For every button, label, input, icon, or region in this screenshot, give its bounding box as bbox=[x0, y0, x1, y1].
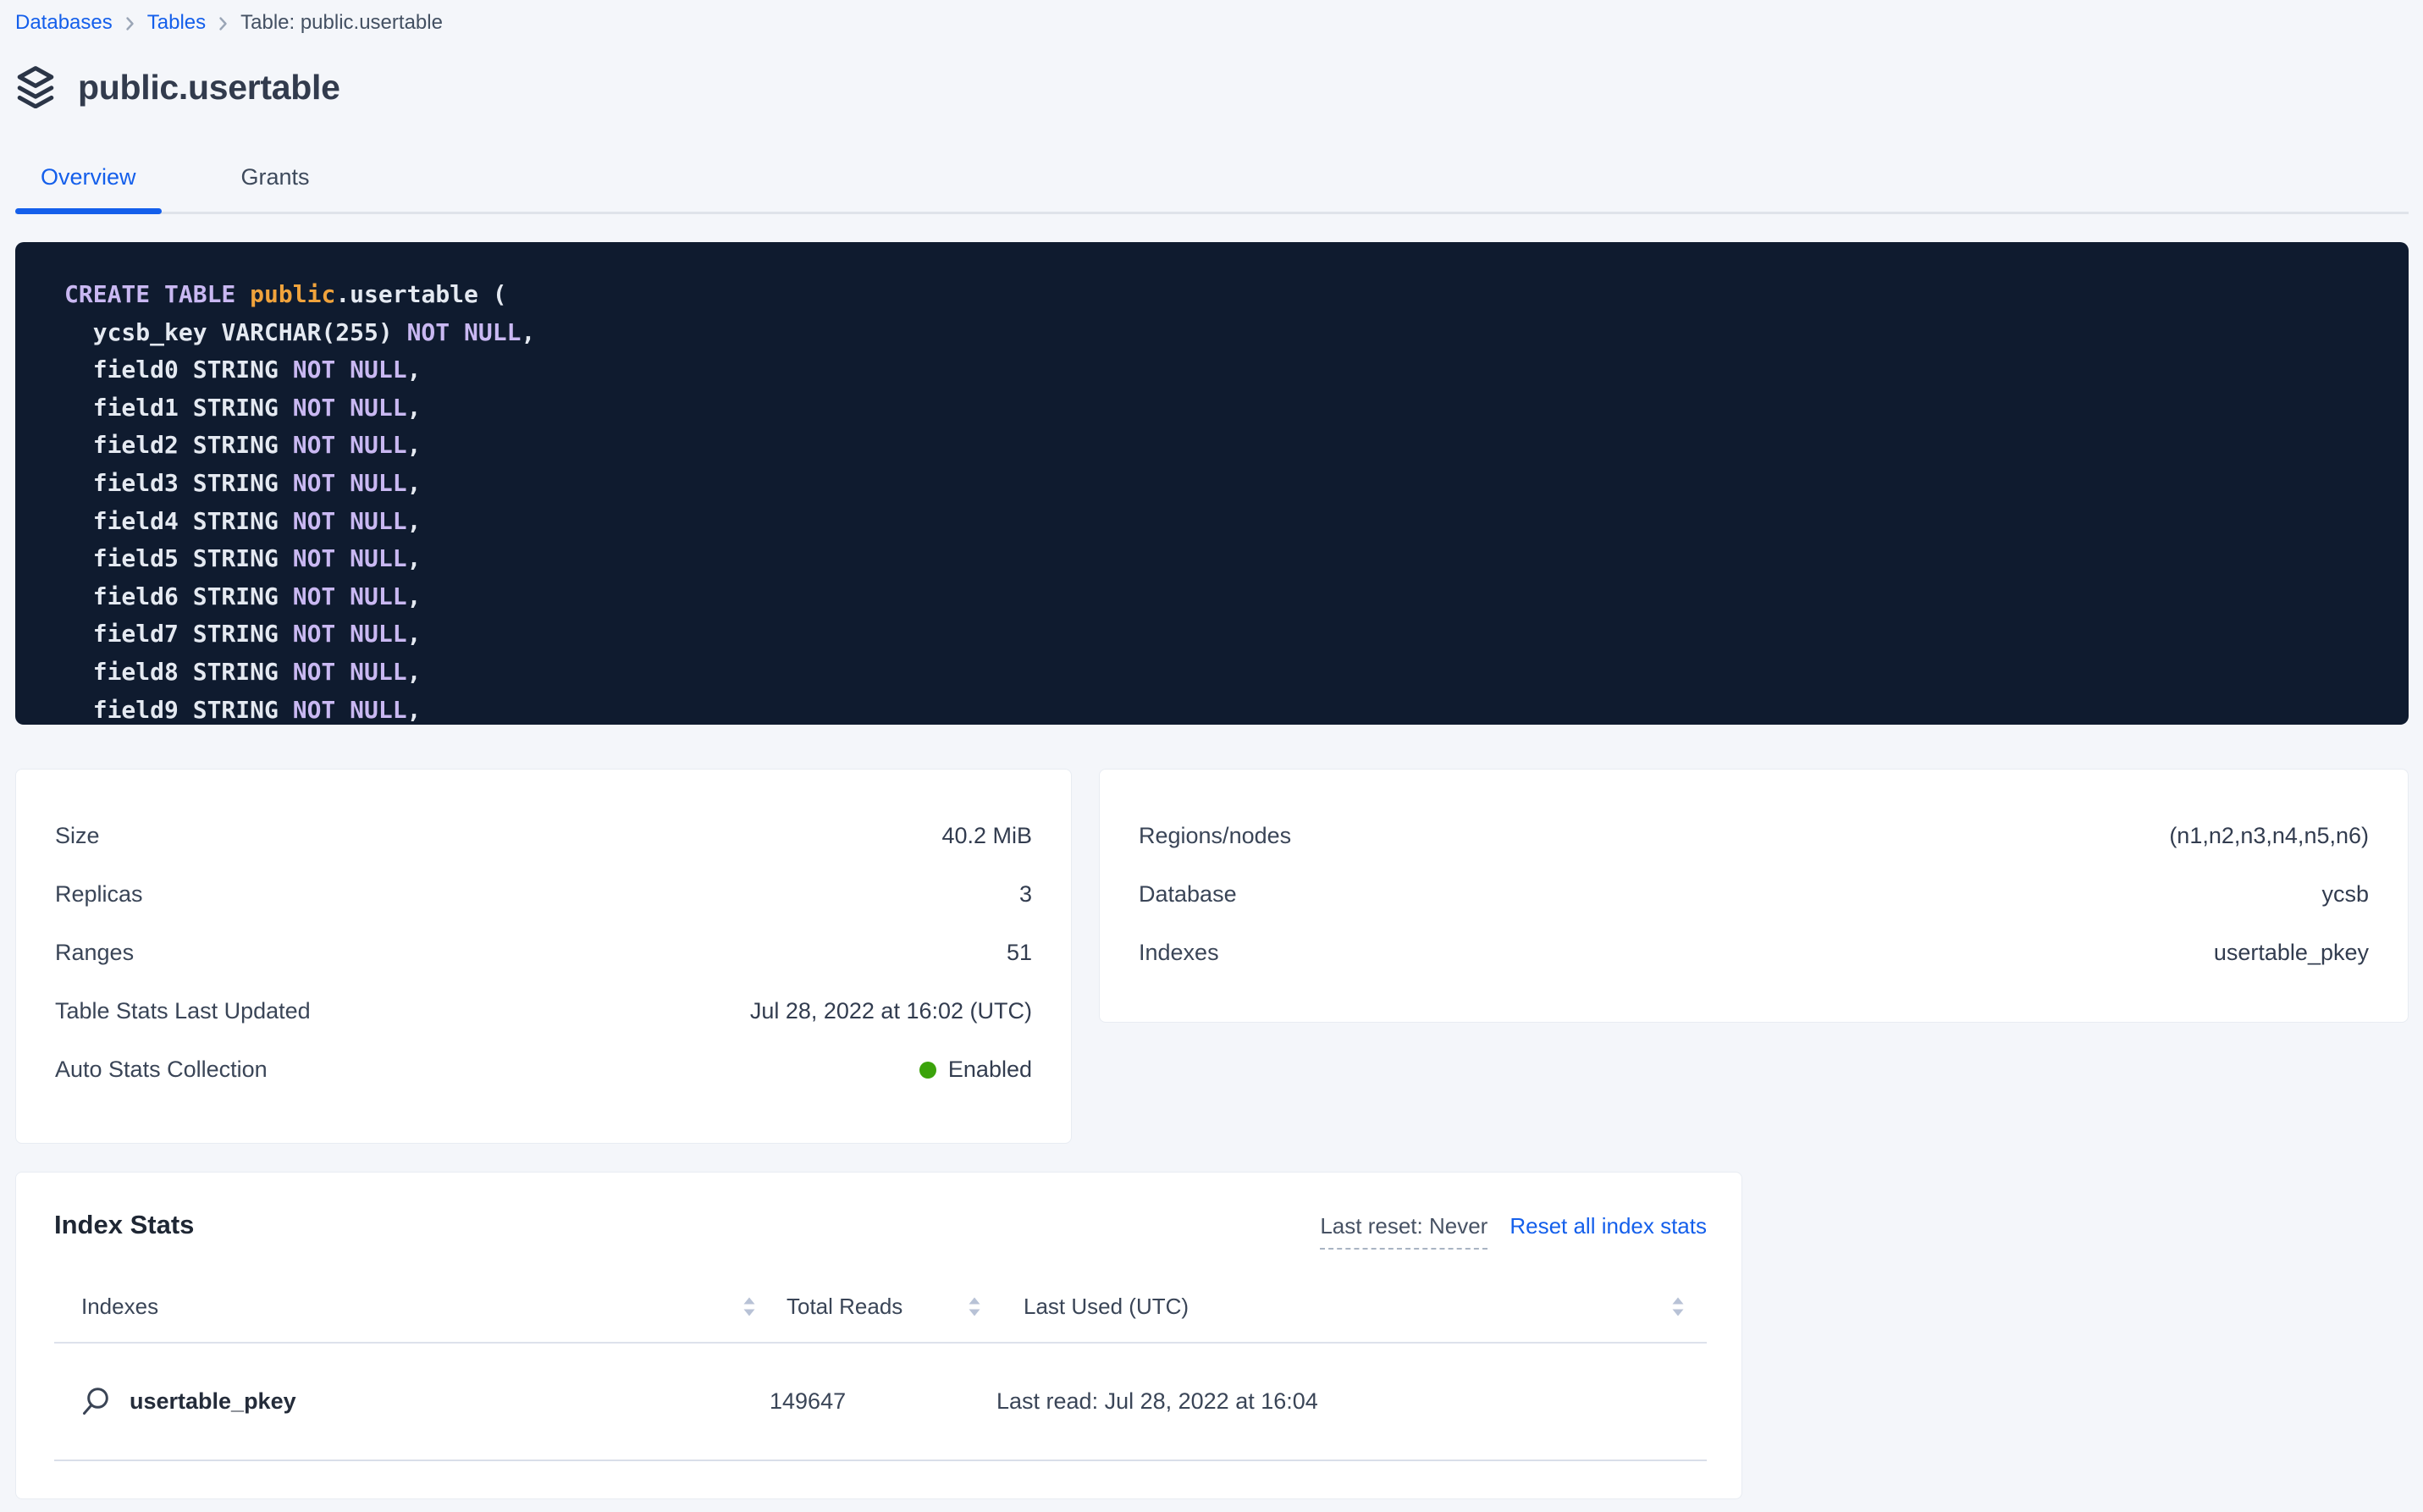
chevron-right-icon bbox=[125, 16, 135, 31]
magnifier-icon bbox=[80, 1386, 111, 1417]
stat-label: Indexes bbox=[1139, 940, 1219, 966]
stat-label: Table Stats Last Updated bbox=[55, 998, 311, 1024]
sql-code-line: field4 STRING NOT NULL, bbox=[64, 503, 2375, 541]
page-title: public.usertable bbox=[78, 68, 340, 108]
table-details-page: Databases Tables Table: public.usertable… bbox=[15, 0, 2409, 1499]
column-header-last-used[interactable]: Last Used (UTC) bbox=[996, 1251, 1707, 1343]
status-dot-green bbox=[919, 1062, 936, 1079]
stat-label: Regions/nodes bbox=[1139, 823, 1291, 849]
stat-label: Auto Stats Collection bbox=[55, 1057, 268, 1083]
index-stats-title: Index Stats bbox=[54, 1210, 194, 1240]
sql-code-line: field6 STRING NOT NULL, bbox=[64, 578, 2375, 616]
index-table-row: usertable_pkey 149647 Last read: Jul 28,… bbox=[54, 1343, 1707, 1460]
status-text: Enabled bbox=[948, 1057, 1032, 1083]
tab-grants[interactable]: Grants bbox=[216, 163, 335, 212]
breadcrumb-link-tables[interactable]: Tables bbox=[147, 10, 206, 36]
sql-code-line: field1 STRING NOT NULL, bbox=[64, 389, 2375, 428]
index-name-link[interactable]: usertable_pkey bbox=[54, 1386, 770, 1417]
tab-overview[interactable]: Overview bbox=[15, 163, 162, 212]
table-topology-card: Regions/nodes (n1,n2,n3,n4,n5,n6) Databa… bbox=[1099, 769, 2409, 1023]
sql-code-line: field2 STRING NOT NULL, bbox=[64, 427, 2375, 465]
stat-value: Jul 28, 2022 at 16:02 (UTC) bbox=[750, 998, 1032, 1024]
last-reset-label[interactable]: Last reset: Never bbox=[1320, 1213, 1487, 1250]
index-table-header-row: Indexes Total Reads Last Used (UTC) bbox=[54, 1251, 1707, 1343]
stat-label: Ranges bbox=[55, 940, 134, 966]
breadcrumb: Databases Tables Table: public.usertable bbox=[15, 0, 2409, 36]
tab-bar: Overview Grants bbox=[15, 163, 2409, 214]
column-header-total-reads[interactable]: Total Reads bbox=[770, 1251, 996, 1343]
sort-arrows-icon bbox=[968, 1295, 981, 1318]
stat-value: Enabled bbox=[919, 1057, 1032, 1083]
stat-row-replicas: Replicas 3 bbox=[55, 865, 1032, 924]
create-table-sql-block: CREATE TABLE public.usertable ( ycsb_key… bbox=[15, 242, 2409, 725]
table-details-card: Size 40.2 MiB Replicas 3 Ranges 51 Table… bbox=[15, 769, 1072, 1144]
column-header-indexes[interactable]: Indexes bbox=[54, 1251, 770, 1343]
stat-row-stats-updated: Table Stats Last Updated Jul 28, 2022 at… bbox=[55, 982, 1032, 1040]
sql-code: CREATE TABLE public.usertable ( ycsb_key… bbox=[64, 276, 2375, 725]
stat-label: Replicas bbox=[55, 881, 143, 908]
stat-row-database: Database ycsb bbox=[1139, 865, 2369, 924]
index-stats-header: Index Stats Last reset: Never Reset all … bbox=[54, 1210, 1707, 1250]
stat-value: 40.2 MiB bbox=[941, 823, 1032, 849]
stat-row-regions: Regions/nodes (n1,n2,n3,n4,n5,n6) bbox=[1139, 807, 2369, 865]
sql-code-line: field9 STRING NOT NULL, bbox=[64, 692, 2375, 725]
stat-value: usertable_pkey bbox=[2214, 940, 2369, 966]
sort-arrows-icon bbox=[742, 1295, 756, 1318]
index-stats-utils: Last reset: Never Reset all index stats bbox=[1320, 1213, 1707, 1250]
table-stack-icon bbox=[15, 66, 56, 108]
sql-code-line: ycsb_key VARCHAR(255) NOT NULL, bbox=[64, 314, 2375, 352]
stat-row-indexes: Indexes usertable_pkey bbox=[1139, 924, 2369, 982]
sql-code-line: field3 STRING NOT NULL, bbox=[64, 465, 2375, 503]
index-stats-table: Indexes Total Reads Last Used (UTC) bbox=[54, 1251, 1707, 1461]
breadcrumb-current: Table: public.usertable bbox=[240, 10, 443, 36]
index-stats-card: Index Stats Last reset: Never Reset all … bbox=[15, 1172, 1742, 1499]
breadcrumb-link-databases[interactable]: Databases bbox=[15, 10, 113, 36]
stat-value: 51 bbox=[1007, 940, 1032, 966]
stat-value: (n1,n2,n3,n4,n5,n6) bbox=[2169, 823, 2369, 849]
sql-code-line: field7 STRING NOT NULL, bbox=[64, 615, 2375, 654]
stat-value: ycsb bbox=[2321, 881, 2369, 908]
stat-row-auto-stats: Auto Stats Collection Enabled bbox=[55, 1040, 1032, 1099]
stat-label: Size bbox=[55, 823, 100, 849]
sql-code-line: CREATE TABLE public.usertable ( bbox=[64, 276, 2375, 314]
sort-arrows-icon bbox=[1671, 1295, 1685, 1318]
stat-row-ranges: Ranges 51 bbox=[55, 924, 1032, 982]
stat-label: Database bbox=[1139, 881, 1237, 908]
page-header: public.usertable bbox=[15, 66, 2409, 108]
stat-value: 3 bbox=[1019, 881, 1032, 908]
index-total-reads: 149647 bbox=[770, 1343, 996, 1460]
summary-cards: Size 40.2 MiB Replicas 3 Ranges 51 Table… bbox=[15, 769, 2409, 1144]
stat-row-size: Size 40.2 MiB bbox=[55, 807, 1032, 865]
reset-index-stats-link[interactable]: Reset all index stats bbox=[1510, 1213, 1707, 1239]
sql-code-line: field5 STRING NOT NULL, bbox=[64, 540, 2375, 578]
sql-code-line: field8 STRING NOT NULL, bbox=[64, 654, 2375, 692]
index-name: usertable_pkey bbox=[130, 1388, 296, 1415]
chevron-right-icon bbox=[218, 16, 228, 31]
index-last-used: Last read: Jul 28, 2022 at 16:04 bbox=[996, 1343, 1707, 1460]
sql-code-line: field0 STRING NOT NULL, bbox=[64, 351, 2375, 389]
